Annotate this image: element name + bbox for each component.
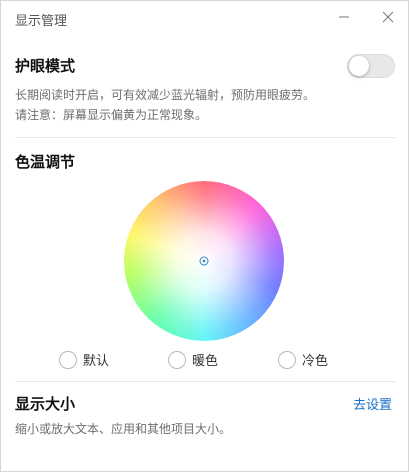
color-wheel[interactable] [124, 181, 284, 341]
color-temp-title: 色温调节 [15, 153, 76, 171]
radio-label: 默认 [83, 354, 110, 369]
display-size-description: 缩小或放大文本、应用和其他项目大小。 [15, 422, 232, 436]
close-button[interactable] [373, 5, 403, 29]
display-size-title: 显示大小 [15, 395, 76, 413]
display-manager-window: 显示管理 护眼模式 长期阅读时开启，可有效减少蓝光辐射，预防用眼疲劳。 请注意：… [0, 0, 409, 472]
divider [15, 137, 396, 138]
divider [15, 381, 396, 382]
crosshair-icon[interactable] [199, 256, 209, 266]
radio-cool[interactable]: 冷色 [278, 350, 328, 369]
eye-care-desc-line1: 长期阅读时开启，可有效减少蓝光辐射，预防用眼疲劳。 [15, 88, 316, 102]
eye-care-toggle[interactable] [347, 54, 395, 78]
minimize-icon [339, 16, 349, 18]
eye-care-title: 护眼模式 [15, 57, 76, 75]
eye-care-description: 长期阅读时开启，可有效减少蓝光辐射，预防用眼疲劳。 请注意：屏幕显示偏黄为正常现… [15, 85, 400, 125]
radio-circle [278, 350, 296, 369]
radio-label: 暖色 [192, 354, 219, 369]
radio-label: 冷色 [302, 354, 329, 369]
title-bar: 显示管理 [1, 1, 408, 35]
radio-circle [59, 350, 77, 369]
radio-warm[interactable]: 暖色 [168, 350, 218, 369]
minimize-button[interactable] [329, 5, 359, 29]
eye-care-desc-line2: 请注意：屏幕显示偏黄为正常现象。 [15, 108, 208, 122]
radio-default[interactable]: 默认 [59, 350, 109, 369]
close-icon [382, 11, 394, 23]
toggle-knob [349, 56, 369, 76]
display-size-settings-link[interactable]: 去设置 [353, 394, 392, 413]
radio-circle [168, 350, 186, 369]
window-title: 显示管理 [15, 14, 68, 29]
